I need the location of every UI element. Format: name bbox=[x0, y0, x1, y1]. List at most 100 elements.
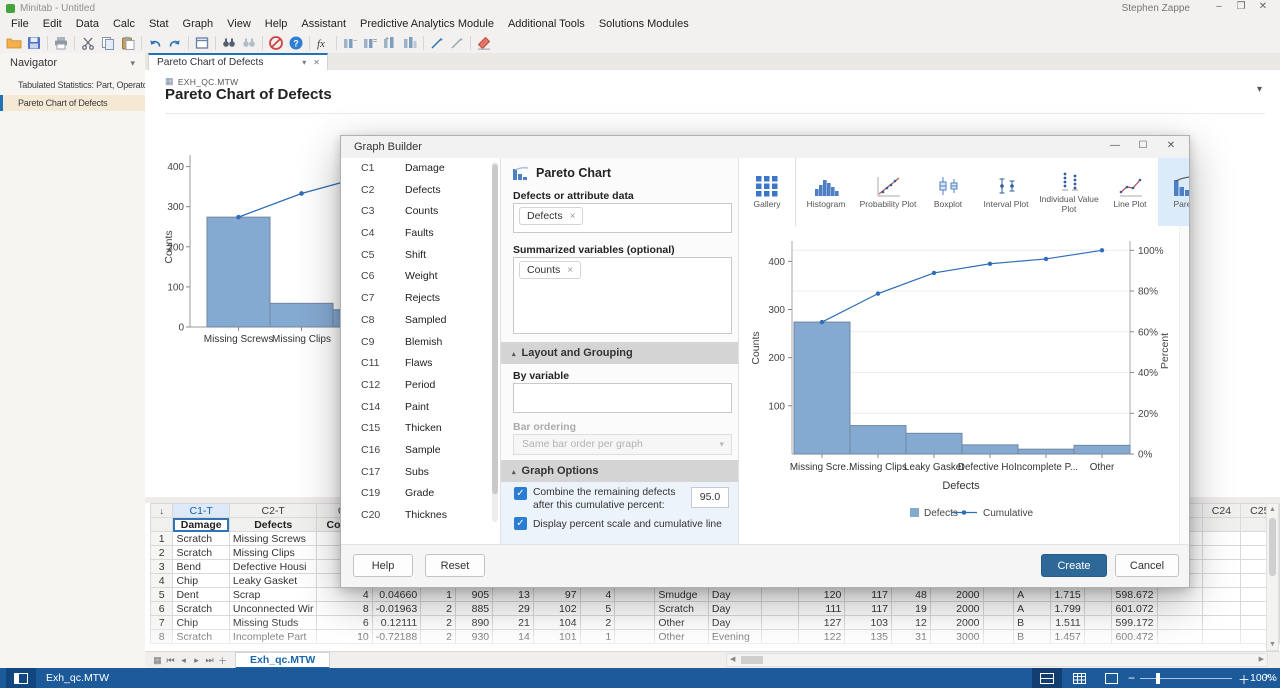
cell[interactable] bbox=[1157, 602, 1203, 616]
cell[interactable]: 905 bbox=[455, 588, 492, 602]
col-insert-icon[interactable]: − bbox=[340, 34, 360, 52]
menu-item-data[interactable]: Data bbox=[69, 17, 106, 31]
row-number[interactable]: 4 bbox=[151, 574, 173, 588]
cell[interactable]: 111 bbox=[798, 602, 845, 616]
counts-chip[interactable]: Counts × bbox=[519, 261, 581, 279]
last-worksheet-icon[interactable]: ⏭ bbox=[203, 655, 216, 666]
close-button[interactable]: ✕ bbox=[1254, 1, 1272, 12]
cell[interactable] bbox=[615, 588, 655, 602]
cell[interactable]: -0.72188 bbox=[372, 630, 420, 644]
scroll-right-icon[interactable]: ▶ bbox=[1259, 655, 1264, 663]
cell[interactable]: 601.072 bbox=[1111, 602, 1157, 616]
cell[interactable]: Leaky Gasket bbox=[229, 574, 317, 588]
cell[interactable]: 29 bbox=[493, 602, 534, 616]
worksheet-horizontal-scrollbar[interactable]: ◀ ▶ bbox=[726, 653, 1268, 667]
cancel-button[interactable]: Cancel bbox=[1115, 554, 1179, 577]
menu-item-help[interactable]: Help bbox=[258, 17, 295, 31]
cell[interactable]: 8 bbox=[317, 602, 372, 616]
menu-item-assistant[interactable]: Assistant bbox=[294, 17, 353, 31]
cell[interactable] bbox=[615, 630, 655, 644]
row-number[interactable]: 3 bbox=[151, 560, 173, 574]
cell[interactable]: Scratch bbox=[173, 546, 229, 560]
variable-faults[interactable]: C4Faults bbox=[341, 223, 500, 245]
cell[interactable]: Missing Screws bbox=[229, 532, 317, 546]
col-move-icon[interactable]: + bbox=[380, 34, 400, 52]
cell[interactable] bbox=[983, 616, 1014, 630]
cell[interactable]: Scratch bbox=[173, 630, 229, 644]
variable-counts[interactable]: C3Counts bbox=[341, 201, 500, 223]
cell[interactable]: 120 bbox=[798, 588, 845, 602]
cell[interactable]: Day bbox=[708, 588, 761, 602]
cell[interactable]: Bend bbox=[173, 560, 229, 574]
gallery-item-pareto[interactable]: Pareto bbox=[1158, 158, 1189, 226]
navigator-item-pareto-chart-of-defects[interactable]: Pareto Chart of Defects bbox=[0, 95, 145, 111]
cell[interactable]: 135 bbox=[845, 630, 892, 644]
cut-icon[interactable] bbox=[78, 34, 98, 52]
zoom-out-icon[interactable]: − bbox=[1128, 671, 1135, 685]
menu-item-edit[interactable]: Edit bbox=[36, 17, 69, 31]
zoom-slider[interactable] bbox=[1140, 678, 1232, 679]
cell[interactable] bbox=[762, 616, 798, 630]
combine-defects-checkbox[interactable]: ✓ bbox=[514, 487, 527, 500]
row-number[interactable]: 2 bbox=[151, 546, 173, 560]
help-button[interactable]: Help bbox=[353, 554, 413, 577]
cell[interactable]: Dent bbox=[173, 588, 229, 602]
cell[interactable]: 1.715 bbox=[1050, 588, 1084, 602]
cell[interactable]: Other bbox=[655, 630, 709, 644]
variable-paint[interactable]: C14Paint bbox=[341, 397, 500, 419]
cell[interactable]: 890 bbox=[455, 616, 492, 630]
cell[interactable]: 6 bbox=[317, 616, 372, 630]
gallery-item-individual-value-plot[interactable]: Individual Value Plot bbox=[1036, 158, 1102, 226]
paste-icon[interactable] bbox=[118, 34, 138, 52]
column-id-header[interactable]: C24 bbox=[1203, 504, 1240, 518]
cell[interactable]: Missing Clips bbox=[229, 546, 317, 560]
cell[interactable]: B bbox=[1014, 616, 1051, 630]
layout-grouping-section[interactable]: ▴Layout and Grouping bbox=[501, 342, 738, 364]
worksheet-vertical-scrollbar[interactable]: ▲ ▼ bbox=[1266, 503, 1279, 651]
dialog-minimize-button[interactable]: — bbox=[1105, 140, 1125, 151]
cell[interactable]: 2000 bbox=[930, 616, 983, 630]
cell[interactable]: 1.511 bbox=[1050, 616, 1084, 630]
cell[interactable]: 599.172 bbox=[1111, 616, 1157, 630]
column-name-header[interactable]: Damage bbox=[173, 518, 229, 532]
cumulative-percent-input[interactable]: 95.0 bbox=[691, 487, 729, 508]
graph-edit-icon[interactable] bbox=[427, 34, 447, 52]
cell[interactable] bbox=[983, 630, 1014, 644]
cell[interactable] bbox=[1084, 588, 1111, 602]
worksheet-list-icon[interactable]: ▦ bbox=[151, 655, 164, 666]
cell[interactable] bbox=[1157, 630, 1203, 644]
cell[interactable]: 122 bbox=[798, 630, 845, 644]
collapse-icon[interactable]: ▴ bbox=[512, 469, 516, 476]
column-id-header[interactable]: C1-T bbox=[173, 504, 229, 518]
cell[interactable]: 104 bbox=[533, 616, 580, 630]
cell[interactable]: Scratch bbox=[173, 602, 229, 616]
stop-icon[interactable] bbox=[266, 34, 286, 52]
menu-item-file[interactable]: File bbox=[4, 17, 36, 31]
row-number[interactable]: 5 bbox=[151, 588, 173, 602]
dialog-title-bar[interactable]: Graph Builder — ☐ ✕ bbox=[341, 136, 1189, 158]
scroll-down-icon[interactable]: ▼ bbox=[1267, 641, 1278, 648]
variable-flaws[interactable]: C11Flaws bbox=[341, 353, 500, 375]
row-number[interactable]: 6 bbox=[151, 602, 173, 616]
cell[interactable]: 21 bbox=[493, 616, 534, 630]
cell[interactable]: 127 bbox=[798, 616, 845, 630]
close-tab-icon[interactable]: ✕ bbox=[313, 58, 320, 67]
cell[interactable]: 117 bbox=[845, 588, 892, 602]
cell[interactable]: 2 bbox=[580, 616, 615, 630]
graph-select-icon[interactable] bbox=[447, 34, 467, 52]
cell[interactable]: Missing Studs bbox=[229, 616, 317, 630]
row-number[interactable]: 1 bbox=[151, 532, 173, 546]
cell[interactable]: Chip bbox=[173, 616, 229, 630]
cell[interactable]: 2000 bbox=[930, 588, 983, 602]
copy-icon[interactable] bbox=[98, 34, 118, 52]
menu-item-predictive-analytics-module[interactable]: Predictive Analytics Module bbox=[353, 17, 501, 31]
dialog-close-button[interactable]: ✕ bbox=[1161, 140, 1181, 151]
variable-shift[interactable]: C5Shift bbox=[341, 245, 500, 267]
cell[interactable]: 14 bbox=[493, 630, 534, 644]
by-variable-field[interactable] bbox=[513, 383, 732, 413]
menu-item-solutions-modules[interactable]: Solutions Modules bbox=[592, 17, 696, 31]
cell[interactable]: 4 bbox=[317, 588, 372, 602]
cell[interactable]: Chip bbox=[173, 574, 229, 588]
bar-ordering-select[interactable]: Same bar order per graph▾ bbox=[513, 434, 732, 455]
cell[interactable]: A bbox=[1014, 602, 1051, 616]
